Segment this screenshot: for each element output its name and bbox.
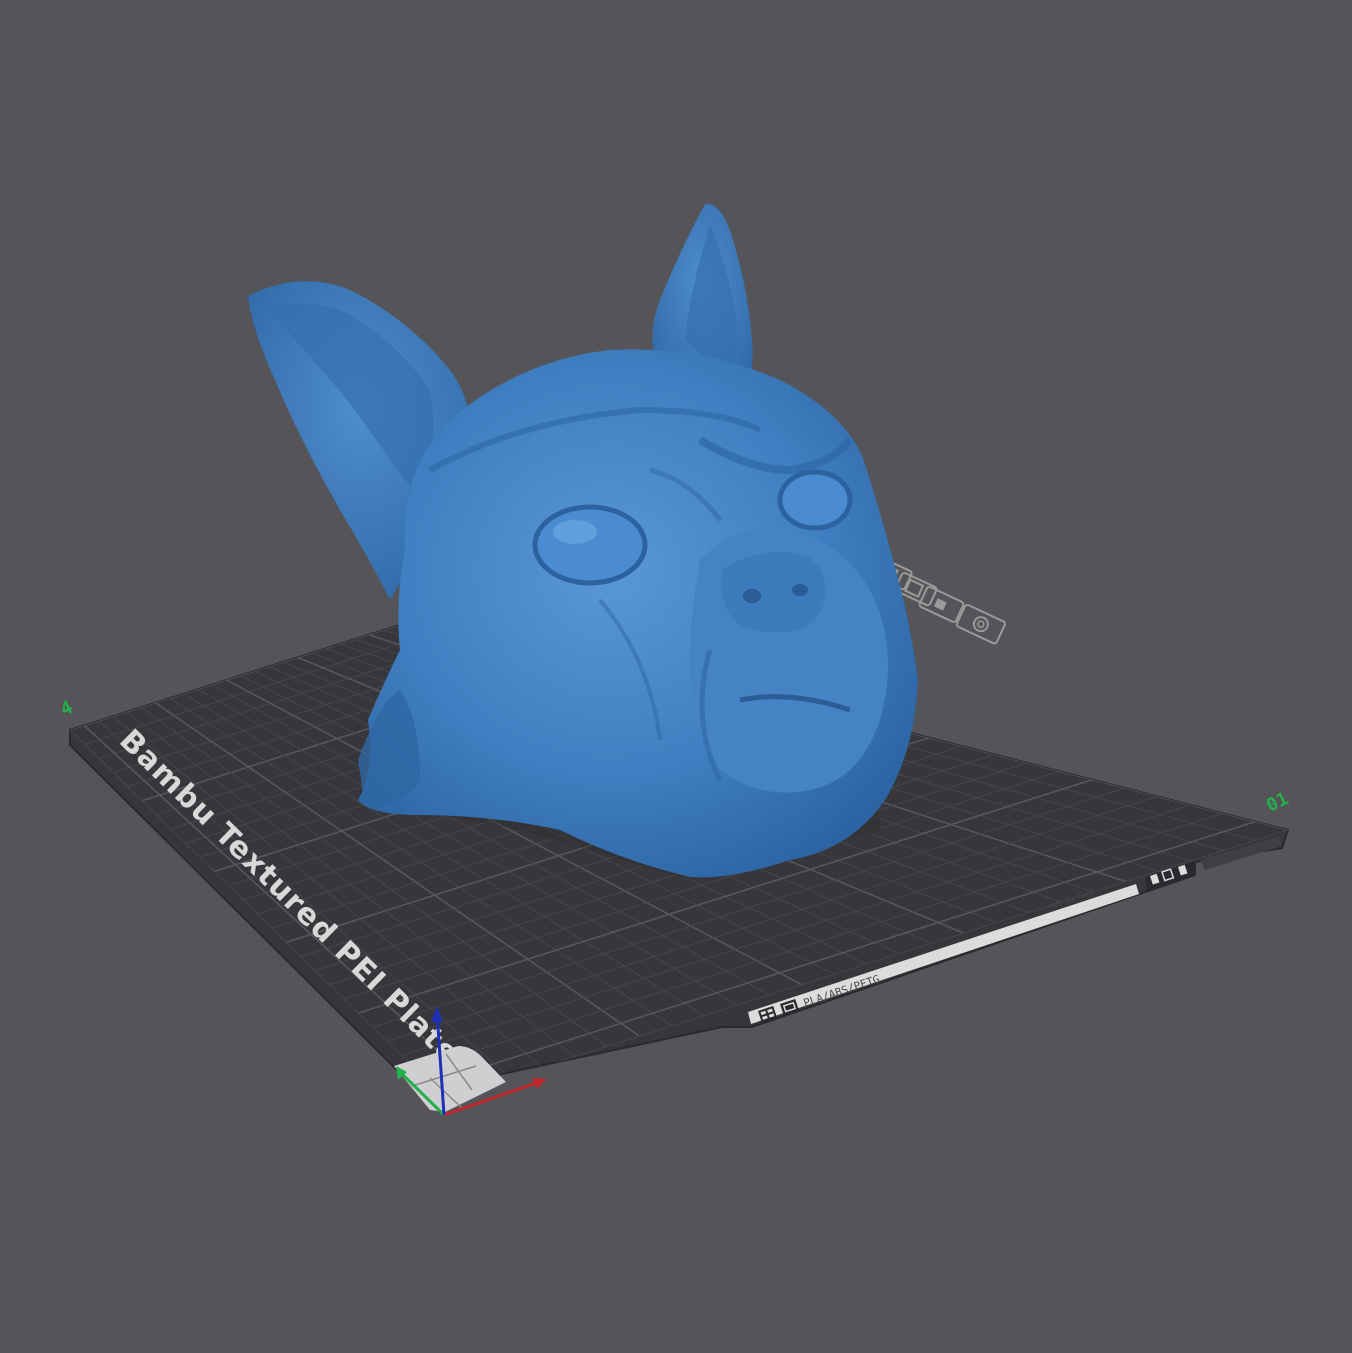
nostril-right xyxy=(792,584,808,596)
nostril-left xyxy=(743,589,761,603)
viewport-scene[interactable]: Bambu Textured PEI Plate PLA/ABS/PETG Ho… xyxy=(0,0,1352,1353)
target-icon xyxy=(955,603,1006,645)
3d-viewport[interactable]: Bambu Textured PEI Plate PLA/ABS/PETG Ho… xyxy=(0,0,1352,1353)
nose xyxy=(721,552,826,633)
corner-number-left: 4 xyxy=(57,697,76,721)
corner-number-right: 01 xyxy=(1263,788,1292,816)
